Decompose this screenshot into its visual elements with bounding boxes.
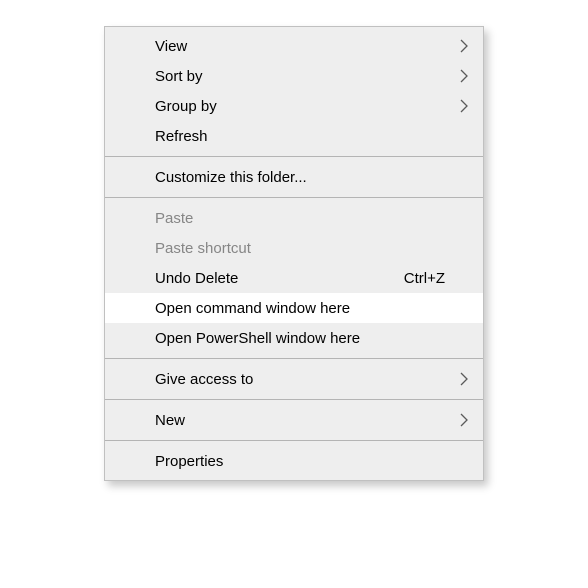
chevron-right-icon: [459, 372, 469, 386]
chevron-right-icon: [459, 69, 469, 83]
menu-item-label: Give access to: [155, 371, 469, 388]
menu-item-paste: Paste: [105, 203, 483, 233]
menu-item-undo-delete[interactable]: Undo Delete Ctrl+Z: [105, 263, 483, 293]
chevron-right-icon: [459, 39, 469, 53]
menu-separator: [105, 156, 483, 157]
menu-item-shortcut: Ctrl+Z: [404, 270, 445, 287]
menu-item-label: Undo Delete: [155, 270, 404, 287]
menu-item-label: Refresh: [155, 128, 469, 145]
menu-item-open-powershell-window[interactable]: Open PowerShell window here: [105, 323, 483, 353]
menu-item-label: New: [155, 412, 469, 429]
menu-item-new[interactable]: New: [105, 405, 483, 435]
menu-separator: [105, 197, 483, 198]
menu-item-paste-shortcut: Paste shortcut: [105, 233, 483, 263]
menu-separator: [105, 440, 483, 441]
menu-separator: [105, 358, 483, 359]
menu-item-view[interactable]: View: [105, 31, 483, 61]
menu-item-label: View: [155, 38, 469, 55]
menu-item-customize-folder[interactable]: Customize this folder...: [105, 162, 483, 192]
menu-item-label: Paste shortcut: [155, 240, 469, 257]
menu-item-label: Properties: [155, 453, 469, 470]
menu-item-sort-by[interactable]: Sort by: [105, 61, 483, 91]
chevron-right-icon: [459, 99, 469, 113]
menu-item-group-by[interactable]: Group by: [105, 91, 483, 121]
chevron-right-icon: [459, 413, 469, 427]
menu-item-open-command-window[interactable]: Open command window here: [105, 293, 483, 323]
menu-item-label: Group by: [155, 98, 469, 115]
menu-item-refresh[interactable]: Refresh: [105, 121, 483, 151]
menu-item-label: Paste: [155, 210, 469, 227]
context-menu: View Sort by Group by Refresh Customize …: [104, 26, 484, 481]
menu-item-properties[interactable]: Properties: [105, 446, 483, 476]
menu-item-give-access-to[interactable]: Give access to: [105, 364, 483, 394]
menu-separator: [105, 399, 483, 400]
menu-item-label: Open PowerShell window here: [155, 330, 469, 347]
menu-item-label: Open command window here: [155, 300, 469, 317]
menu-item-label: Sort by: [155, 68, 469, 85]
menu-item-label: Customize this folder...: [155, 169, 469, 186]
